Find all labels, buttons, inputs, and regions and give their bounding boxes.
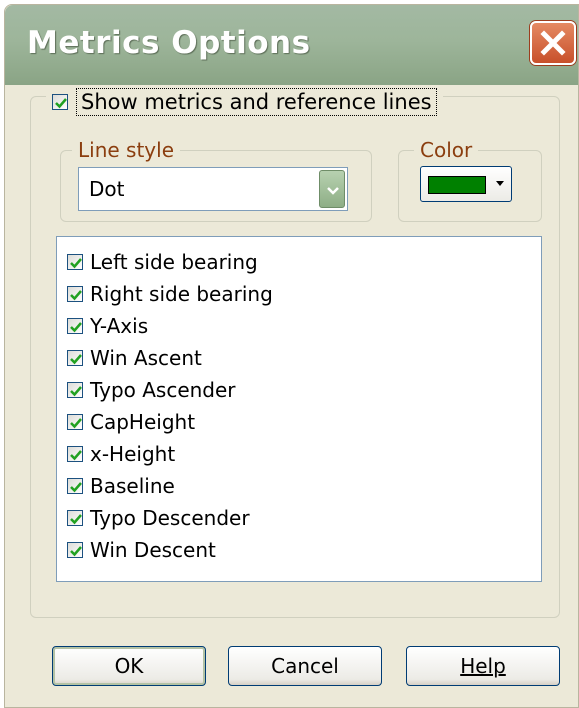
list-item[interactable]: Right side bearing xyxy=(67,279,273,309)
list-item-label: Typo Descender xyxy=(90,506,250,530)
list-item-checkbox[interactable] xyxy=(67,318,83,334)
dropdown-arrow-icon xyxy=(496,181,504,186)
show-metrics-label: Show metrics and reference lines xyxy=(76,88,437,116)
list-item[interactable]: Baseline xyxy=(67,471,175,501)
dialog-title: Metrics Options xyxy=(27,25,311,61)
list-item-checkbox[interactable] xyxy=(67,382,83,398)
checkmark-icon xyxy=(70,418,82,429)
close-button[interactable] xyxy=(530,21,576,65)
list-item[interactable]: Typo Descender xyxy=(67,503,250,533)
list-item-label: Win Ascent xyxy=(90,346,202,370)
list-item-checkbox[interactable] xyxy=(67,478,83,494)
cancel-button-label: Cancel xyxy=(271,654,339,678)
list-item-checkbox[interactable] xyxy=(67,414,83,430)
list-item[interactable]: Left side bearing xyxy=(67,247,258,277)
line-style-dropdown-button[interactable] xyxy=(319,170,345,208)
checkmark-icon xyxy=(70,258,82,269)
checkmark-icon xyxy=(70,482,82,493)
list-item[interactable]: Win Descent xyxy=(67,535,216,565)
checkmark-icon xyxy=(70,514,82,525)
list-item-label: Left side bearing xyxy=(90,250,258,274)
checkmark-icon xyxy=(70,386,82,397)
metrics-list[interactable]: Left side bearing Right side bearing Y-A… xyxy=(56,236,542,582)
show-metrics-label-text: Show metrics and reference lines xyxy=(81,90,432,114)
checkmark-icon xyxy=(70,354,82,365)
line-style-value: Dot xyxy=(89,177,125,201)
color-picker-button[interactable] xyxy=(420,166,512,202)
line-style-legend: Line style xyxy=(72,138,180,162)
color-swatch xyxy=(428,176,486,194)
list-item[interactable]: Win Ascent xyxy=(67,343,202,373)
checkmark-icon xyxy=(70,322,82,333)
help-button-label: Help xyxy=(460,654,506,678)
color-legend: Color xyxy=(414,138,479,162)
ok-button-label: OK xyxy=(114,654,144,678)
title-bar[interactable]: Metrics Options xyxy=(5,5,578,85)
show-metrics-checkbox[interactable] xyxy=(52,94,68,110)
list-item[interactable]: CapHeight xyxy=(67,407,195,437)
list-item-checkbox[interactable] xyxy=(67,446,83,462)
checkmark-icon xyxy=(70,546,82,557)
list-item[interactable]: Y-Axis xyxy=(67,311,148,341)
list-item[interactable]: Typo Ascender xyxy=(67,375,236,405)
list-item-label: CapHeight xyxy=(90,410,196,434)
checkmark-icon xyxy=(70,290,82,301)
list-item-label: Right side bearing xyxy=(90,282,273,306)
list-item-checkbox[interactable] xyxy=(67,510,83,526)
chevron-down-icon xyxy=(327,187,339,195)
ok-button[interactable]: OK xyxy=(52,646,206,686)
list-item-checkbox[interactable] xyxy=(67,286,83,302)
cancel-button[interactable]: Cancel xyxy=(228,646,382,686)
show-metrics-checkbox-row[interactable]: Show metrics and reference lines xyxy=(46,86,443,118)
list-item-checkbox[interactable] xyxy=(67,350,83,366)
checkmark-icon xyxy=(55,98,67,109)
list-item-label: Win Descent xyxy=(90,538,216,562)
list-item-checkbox[interactable] xyxy=(67,542,83,558)
close-icon xyxy=(540,30,566,56)
list-item-label: Baseline xyxy=(90,474,175,498)
list-item-checkbox[interactable] xyxy=(67,254,83,270)
line-style-select[interactable]: Dot xyxy=(78,167,348,211)
list-item-label: x-Height xyxy=(90,442,176,466)
help-button[interactable]: Help xyxy=(406,646,560,686)
list-item-label: Y-Axis xyxy=(90,314,149,338)
list-item[interactable]: x-Height xyxy=(67,439,175,469)
list-item-label: Typo Ascender xyxy=(90,378,236,402)
checkmark-icon xyxy=(70,450,82,461)
